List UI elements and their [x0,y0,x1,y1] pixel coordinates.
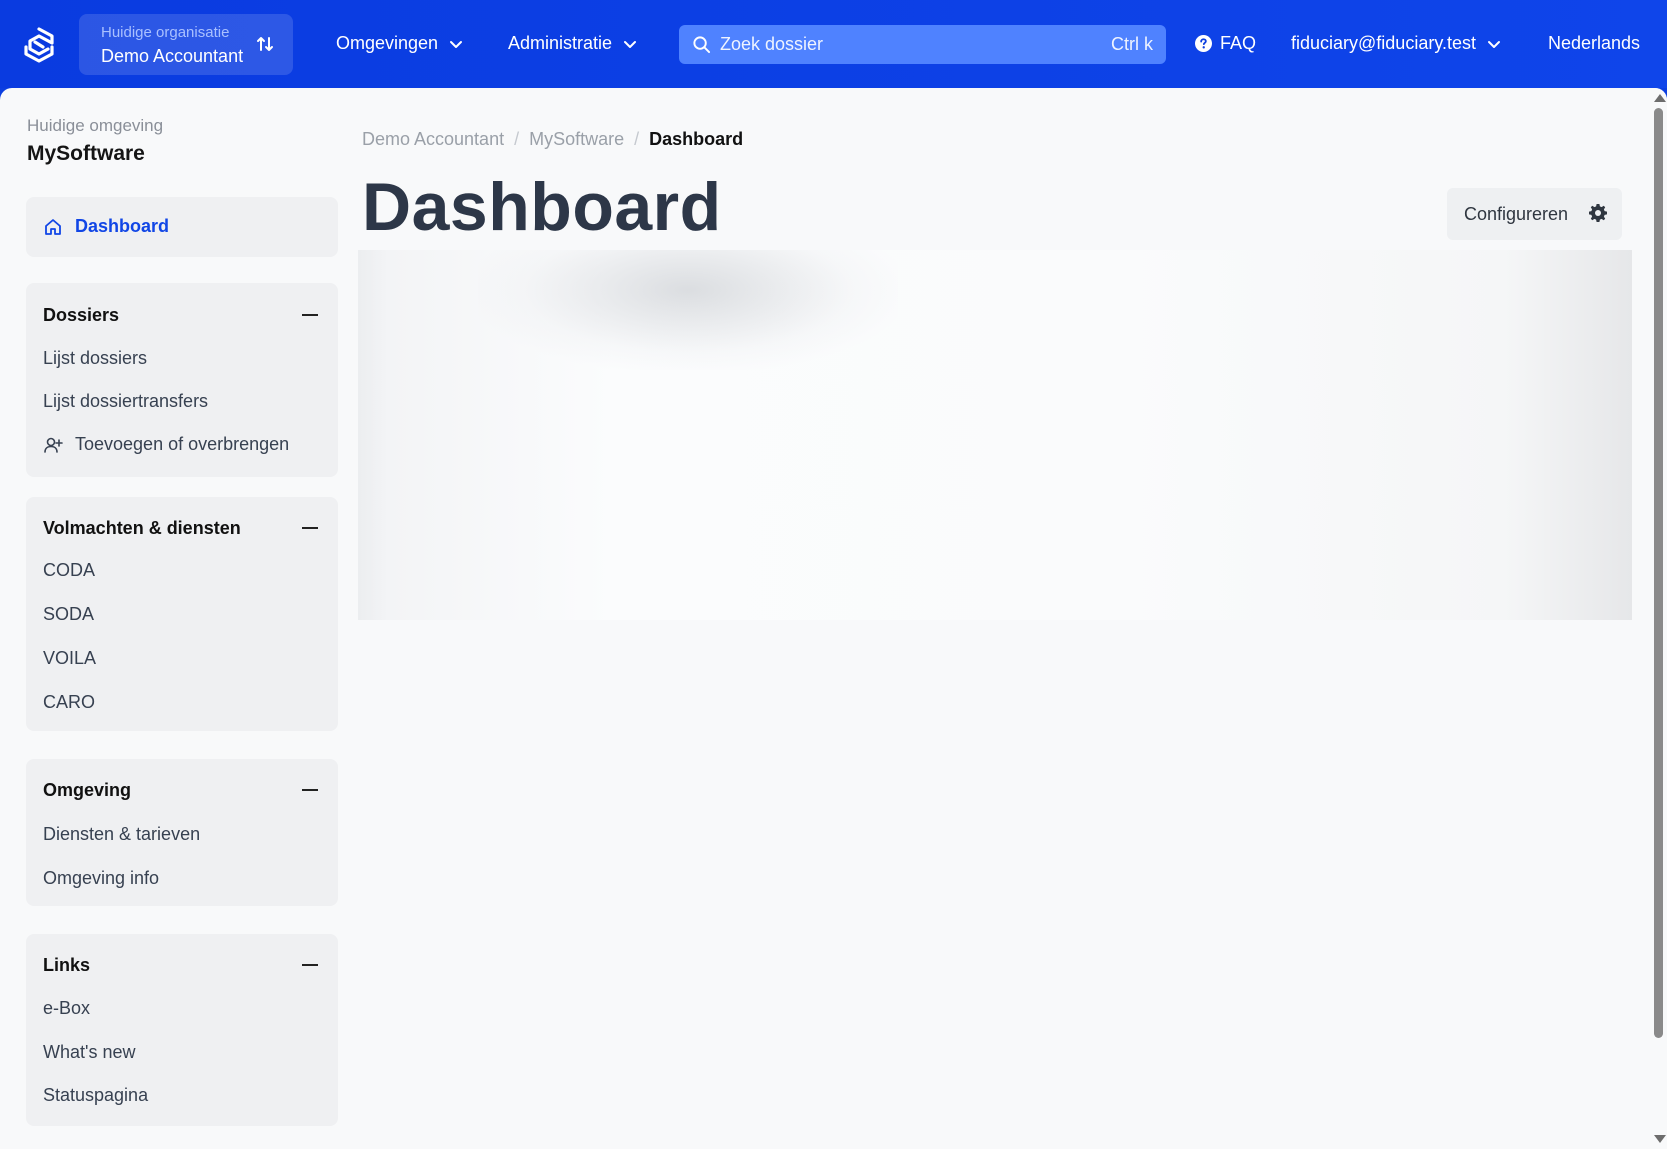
sidebar-item-label: SODA [43,604,95,624]
sidebar-item-label: e-Box [43,998,91,1018]
breadcrumb-separator: / [634,129,640,149]
sidebar-item-voila[interactable]: VOILA [43,648,96,669]
sidebar-item-label: Lijst dossiers [43,348,148,368]
current-environment-label: Huidige omgeving [27,116,164,135]
sidebar-item-label: Toevoegen of overbrengen [75,434,290,454]
breadcrumb-separator: / [514,129,520,149]
sidebar-item-caro[interactable]: CARO [43,692,95,713]
sidebar-item-label: Dashboard [75,216,170,236]
help-circle-icon [1195,35,1212,52]
scroll-down-arrow-icon[interactable] [1654,1135,1666,1143]
sidebar-section-links: Links e-Box What's new Statuspagina [26,934,338,1126]
home-icon [45,218,61,235]
swap-arrows-icon [257,37,273,51]
section-title: Links [43,955,91,975]
sidebar-item-label: What's new [43,1042,136,1062]
sidebar-item-ebox[interactable]: e-Box [43,998,90,1019]
sidebar-item-label: Lijst dossiertransfers [43,391,209,411]
faq-link[interactable]: FAQ [1195,33,1256,54]
search-shortcut-hint: Ctrl k [1111,34,1153,54]
search-dossier-input[interactable]: Zoek dossier Ctrl k [679,25,1166,64]
administration-menu-label: Administratie [508,33,613,53]
organization-switcher[interactable]: Huidige organisatie Demo Accountant [79,14,293,75]
configure-button[interactable]: Configureren [1447,188,1622,240]
top-navigation-bar: Huidige organisatie Demo Accountant Omge… [0,0,1667,88]
sidebar-item-soda[interactable]: SODA [43,604,94,625]
section-title: Volmachten & diensten [43,518,241,538]
breadcrumb-current: Dashboard [649,129,744,149]
collapse-icon[interactable] [302,964,318,966]
sidebar-item-environment-info[interactable]: Omgeving info [43,868,159,889]
scrollbar-thumb[interactable] [1654,108,1663,1038]
language-selector[interactable]: Nederlands [1548,33,1640,54]
section-title: Omgeving [43,780,132,800]
administration-menu[interactable]: Administratie [508,33,638,54]
breadcrumb-item[interactable]: Demo Accountant [362,129,504,150]
collapse-icon[interactable] [302,314,318,316]
chevron-down-icon [624,40,637,48]
sidebar-item-label: Diensten & tarieven [43,824,201,844]
chevron-down-icon [1488,40,1501,48]
environments-menu-label: Omgevingen [336,33,439,53]
page-title: Dashboard [362,169,722,245]
user-account-menu[interactable]: fiduciary@fiduciary.test [1291,33,1502,54]
sidebar-item-label: CARO [43,692,96,712]
vertical-scrollbar[interactable] [1650,88,1667,1149]
sidebar-item-dossiertransfers[interactable]: Lijst dossiertransfers [43,391,208,412]
current-environment-name: MySoftware [27,142,145,165]
chevron-down-icon [450,40,463,48]
sidebar-item-status-page[interactable]: Statuspagina [43,1085,148,1106]
scroll-up-arrow-icon[interactable] [1654,94,1666,102]
sidebar-item-lijst-dossiers[interactable]: Lijst dossiers [43,348,147,369]
section-title: Dossiers [43,305,120,325]
sidebar-item-label: VOILA [43,648,97,668]
organization-label: Huidige organisatie [101,24,230,41]
sidebar-item-label: Omgeving info [43,868,160,888]
sidebar-item-dashboard[interactable]: Dashboard [43,216,169,237]
sidebar-item-label: CODA [43,560,96,580]
breadcrumb-item[interactable]: MySoftware [529,129,624,150]
sidebar-item-services-rates[interactable]: Diensten & tarieven [43,824,200,845]
app-logo-icon[interactable] [22,27,56,63]
configure-label: Configureren [1464,204,1569,224]
language-label: Nederlands [1548,33,1641,53]
sidebar-section-mandates-services: Volmachten & diensten CODA SODA VOILA CA… [26,497,338,731]
sidebar-item-coda[interactable]: CODA [43,560,95,581]
user-plus-icon [44,437,63,453]
collapse-icon[interactable] [302,789,318,791]
gear-icon [1589,204,1607,222]
breadcrumb: Demo Accountant / MySoftware / Dashboard [362,129,743,150]
collapse-icon[interactable] [302,527,318,529]
user-email: fiduciary@fiduciary.test [1291,33,1477,53]
search-icon [693,36,711,54]
main-panel: Huidige omgeving MySoftware Dashboard Do… [0,88,1667,1149]
environments-menu[interactable]: Omgevingen [336,33,464,54]
sidebar-section-environment: Omgeving Diensten & tarieven Omgeving in… [26,759,338,906]
sidebar-item-whats-new[interactable]: What's new [43,1042,135,1063]
dashboard-nav-card: Dashboard [26,197,338,257]
sidebar-item-label: Statuspagina [43,1085,149,1105]
organization-name: Demo Accountant [101,46,244,66]
dashboard-widgets-blurred [358,250,1632,620]
sidebar-item-add-or-transfer[interactable]: Toevoegen of overbrengen [43,434,289,455]
search-placeholder: Zoek dossier [720,34,824,54]
sidebar-section-dossiers: Dossiers Lijst dossiers Lijst dossiertra… [26,283,338,477]
faq-label: FAQ [1220,33,1257,53]
